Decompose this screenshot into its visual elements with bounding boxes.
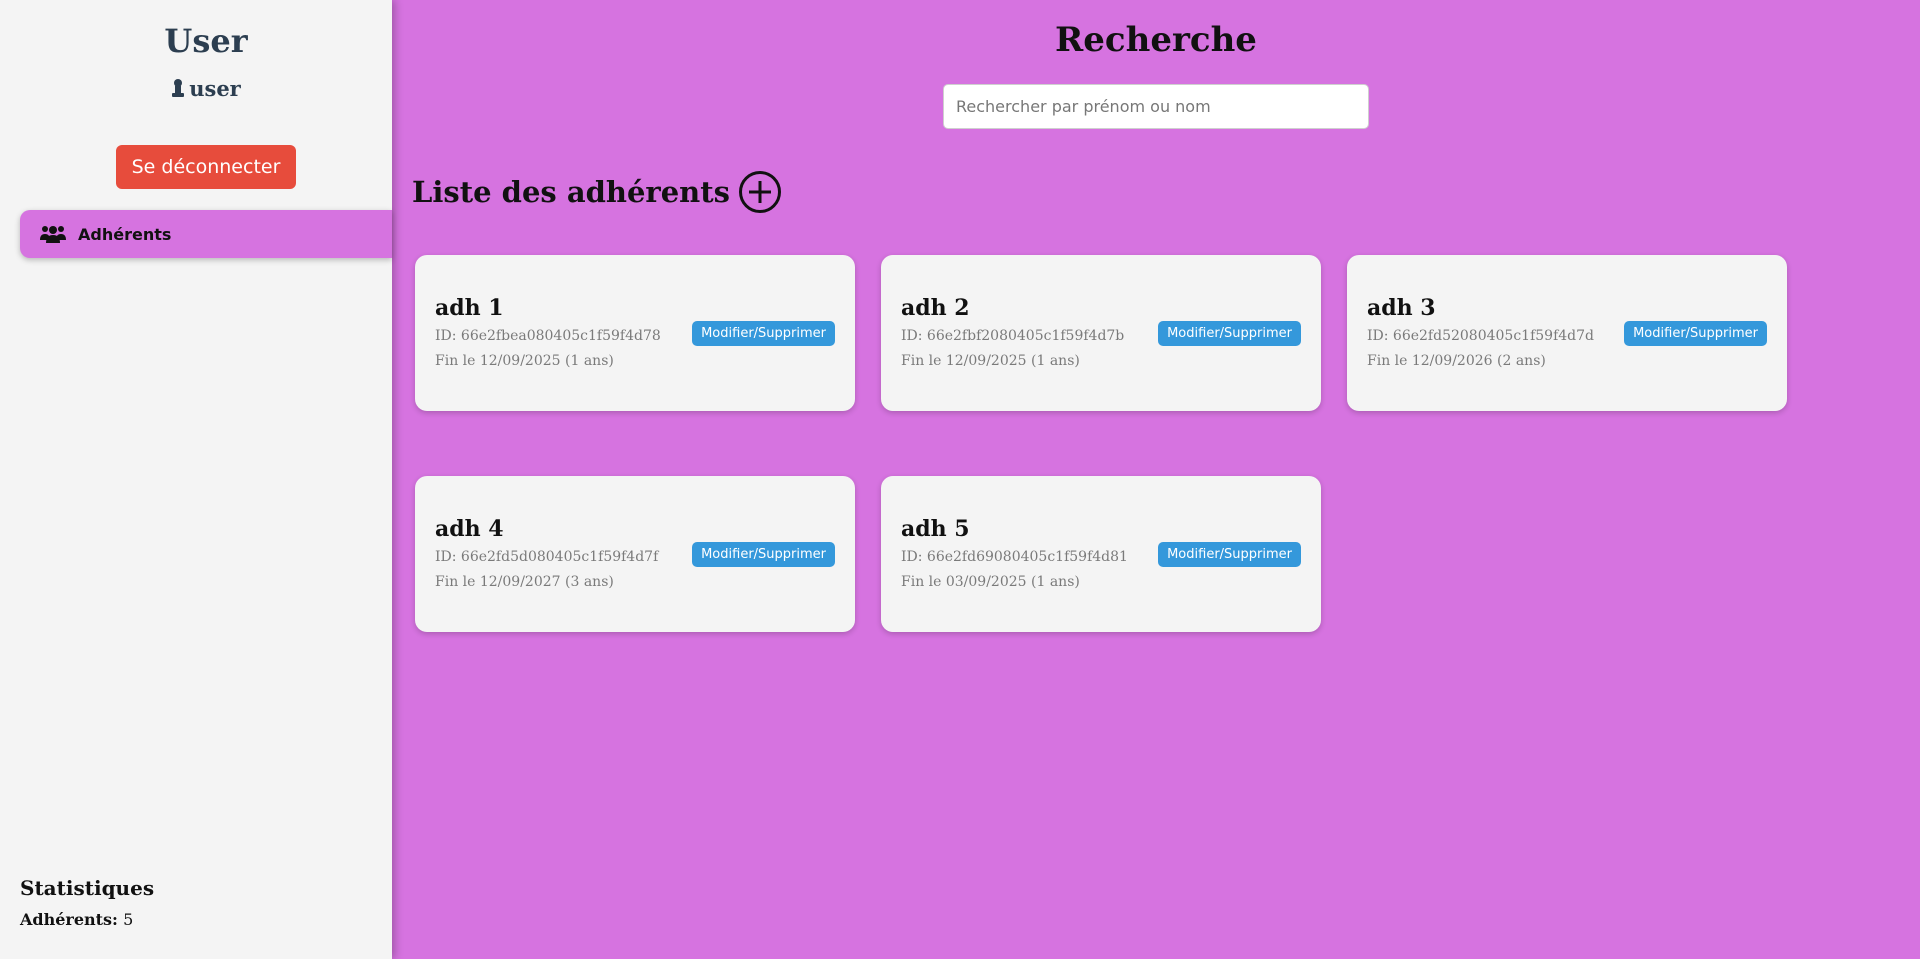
member-card: adh 4 ID: 66e2fd5d080405c1f59f4d7f Fin l… <box>415 476 855 632</box>
sidebar: User user Se déconnecter Adhérents Stati… <box>0 0 392 959</box>
members-section-header: Liste des adhérents <box>412 170 782 214</box>
member-end-date: Fin le 03/09/2025 (1 ans) <box>901 574 1080 590</box>
member-id: ID: 66e2fbea080405c1f59f4d78 <box>435 328 661 344</box>
main-content: Recherche Liste des adhérents adh 1 ID: … <box>392 0 1920 959</box>
member-card: adh 3 ID: 66e2fd52080405c1f59f4d7d Fin l… <box>1347 255 1787 411</box>
stats-members-label: Adhérents: <box>20 910 118 929</box>
member-id: ID: 66e2fd52080405c1f59f4d7d <box>1367 328 1594 344</box>
users-icon <box>40 224 66 244</box>
stats-panel: Statistiques Adhérents: 5 <box>20 876 154 929</box>
page-title: Recherche <box>1055 20 1257 60</box>
member-name: adh 5 <box>901 516 970 542</box>
edit-delete-button[interactable]: Modifier/Supprimer <box>1624 321 1767 346</box>
edit-delete-button[interactable]: Modifier/Supprimer <box>692 542 835 567</box>
member-name: adh 4 <box>435 516 504 542</box>
member-card: adh 1 ID: 66e2fbea080405c1f59f4d78 Fin l… <box>415 255 855 411</box>
user-icon <box>171 78 185 103</box>
stats-title: Statistiques <box>20 876 155 900</box>
sidebar-title: User <box>164 22 248 60</box>
edit-delete-button[interactable]: Modifier/Supprimer <box>692 321 835 346</box>
member-end-date: Fin le 12/09/2027 (3 ans) <box>435 574 614 590</box>
member-end-date: Fin le 12/09/2025 (1 ans) <box>435 353 614 369</box>
logout-button[interactable]: Se déconnecter <box>116 145 296 189</box>
username-label: user <box>189 76 241 101</box>
edit-delete-button[interactable]: Modifier/Supprimer <box>1158 321 1301 346</box>
member-card: adh 5 ID: 66e2fd69080405c1f59f4d81 Fin l… <box>881 476 1321 632</box>
sidebar-item-adherents[interactable]: Adhérents <box>20 210 392 258</box>
section-title: Liste des adhérents <box>412 175 730 209</box>
member-card: adh 2 ID: 66e2fbf2080405c1f59f4d7b Fin l… <box>881 255 1321 411</box>
current-user: user <box>0 76 412 103</box>
member-name: adh 3 <box>1367 295 1436 321</box>
stats-members: Adhérents: 5 <box>20 910 154 929</box>
member-id: ID: 66e2fbf2080405c1f59f4d7b <box>901 328 1125 344</box>
member-name: adh 2 <box>901 295 970 321</box>
sidebar-item-label: Adhérents <box>78 224 172 244</box>
search-input[interactable] <box>943 84 1369 129</box>
member-id: ID: 66e2fd5d080405c1f59f4d7f <box>435 549 659 565</box>
stats-members-value: 5 <box>123 910 134 929</box>
member-name: adh 1 <box>435 295 504 321</box>
member-id: ID: 66e2fd69080405c1f59f4d81 <box>901 549 1128 565</box>
member-end-date: Fin le 12/09/2026 (2 ans) <box>1367 353 1546 369</box>
member-end-date: Fin le 12/09/2025 (1 ans) <box>901 353 1080 369</box>
add-member-icon[interactable] <box>738 170 782 214</box>
edit-delete-button[interactable]: Modifier/Supprimer <box>1158 542 1301 567</box>
